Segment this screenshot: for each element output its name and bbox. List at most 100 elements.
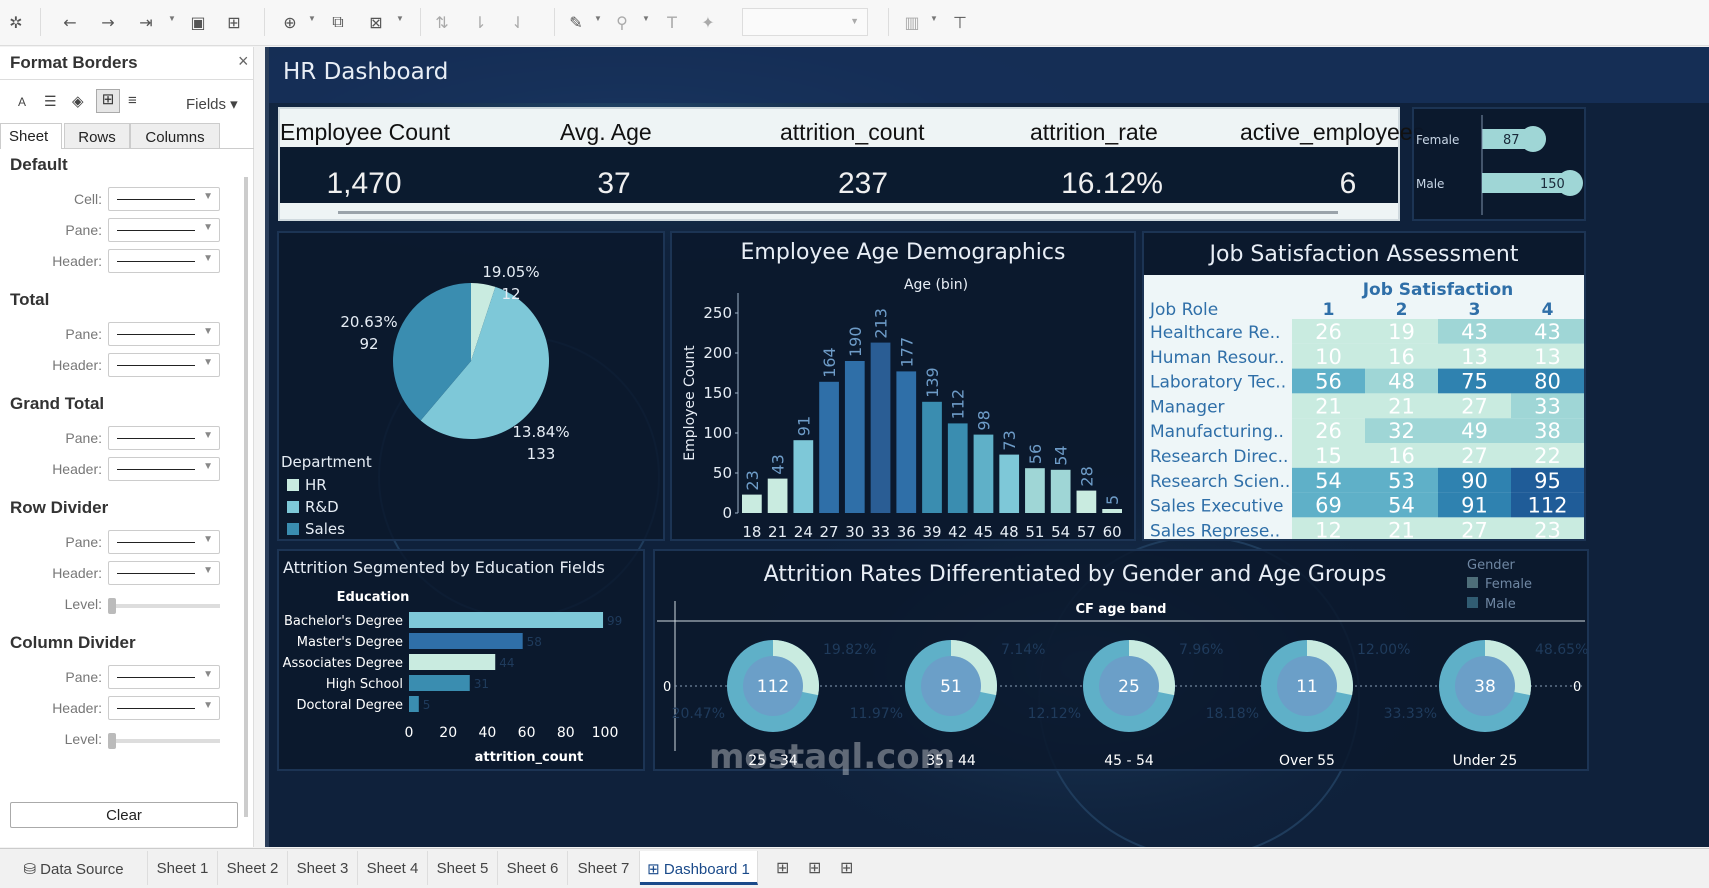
swap-icon[interactable]: ⇥	[134, 10, 158, 34]
age-bar	[999, 454, 1020, 513]
age-bar	[1076, 490, 1097, 513]
close-icon[interactable]: ×	[238, 51, 249, 72]
border-style-dropdown[interactable]: ▼	[108, 218, 220, 242]
donut-center-value: 11	[1296, 677, 1318, 697]
sheet-tab[interactable]: Sheet 6	[498, 851, 568, 885]
sort-desc-icon[interactable]: ⇃	[506, 10, 530, 34]
borders-icon[interactable]: ⊞	[96, 89, 120, 113]
label-icon[interactable]: T	[660, 10, 684, 34]
level-label: Level:	[64, 731, 102, 747]
education-bar-label: 31	[474, 677, 489, 691]
satisfaction-row-label: Manager	[1150, 397, 1225, 417]
x-tick-label: 21	[768, 523, 787, 539]
education-bar-label: 58	[527, 635, 542, 649]
age-bar	[1102, 509, 1122, 513]
shading-icon[interactable]: ◈	[72, 92, 84, 110]
fit-dropdown[interactable]: ▼	[742, 8, 868, 36]
sheet-tab[interactable]: Sheet 2	[218, 851, 288, 885]
gender-label: Male	[1416, 177, 1444, 191]
level-slider[interactable]	[108, 598, 220, 614]
age-chart-panel: Employee Age Demographics Age (bin) 0 50 100…	[670, 231, 1136, 541]
undo-icon[interactable]: ←	[58, 10, 82, 34]
font-icon[interactable]: A	[18, 95, 26, 109]
age-bar	[1025, 468, 1045, 513]
new-dashboard-icon[interactable]: ⊞	[808, 858, 821, 877]
satisfaction-cell-value: 15	[1315, 444, 1342, 468]
show-cards-icon[interactable]: ▥	[900, 10, 924, 34]
age-bar-label: 91	[794, 416, 813, 436]
tab-rows[interactable]: Rows	[64, 123, 130, 149]
kpi-value: 237	[837, 167, 889, 200]
border-style-dropdown[interactable]: ▼	[108, 457, 220, 481]
department-pie-panel: 19.05% 12 13.84% 133 20.63% 92 Department HR R&D…	[277, 231, 665, 541]
tab-dashboard-1[interactable]: ⊞ Dashboard 1	[640, 851, 758, 885]
border-style-dropdown[interactable]: ▼	[108, 322, 220, 346]
satisfaction-row-label: Healthcare Re..	[1150, 323, 1280, 343]
new-story-icon[interactable]: ⊞	[840, 858, 853, 877]
age-bar	[870, 342, 891, 513]
sheet-tab[interactable]: Sheet 3	[288, 851, 358, 885]
redo-icon[interactable]: →	[96, 10, 120, 34]
satisfaction-cell-value: 12	[1315, 518, 1342, 539]
age-bar	[1050, 469, 1071, 513]
gender-bar-cap	[1520, 126, 1547, 152]
age-chart-title: Employee Age Demographics	[741, 240, 1066, 265]
lines-icon[interactable]: ≡	[128, 92, 137, 109]
duplicate-icon[interactable]: ⧉	[326, 10, 350, 34]
new-sheet-icon[interactable]: ⊕	[278, 10, 302, 34]
sheet-tab[interactable]: Sheet 7	[568, 851, 640, 885]
level-slider[interactable]	[108, 733, 220, 749]
age-x-axis-title: Age (bin)	[904, 277, 968, 293]
swap-rows-icon[interactable]: ⇅	[430, 10, 454, 34]
clear-sheet-icon[interactable]: ⊠	[364, 10, 388, 34]
border-style-dropdown[interactable]: ▼	[108, 249, 220, 273]
border-style-dropdown[interactable]: ▼	[108, 353, 220, 377]
border-style-dropdown[interactable]: ▼	[108, 561, 220, 585]
new-datasource-icon[interactable]: ⊞	[222, 10, 246, 34]
highlight-icon[interactable]: ✎	[564, 10, 588, 34]
tableau-logo-icon[interactable]: ✲	[4, 10, 28, 34]
group-icon[interactable]: ⚲	[610, 10, 634, 34]
x-tick-label: 54	[1051, 523, 1070, 539]
donut-male-label: 20.47%	[672, 706, 725, 722]
y-tick-label: 50	[713, 464, 732, 482]
clear-button[interactable]: Clear	[10, 802, 238, 828]
satisfaction-cell-value: 43	[1534, 320, 1561, 344]
tab-columns[interactable]: Columns	[130, 123, 220, 149]
save-icon[interactable]: ▣	[186, 10, 210, 34]
satisfaction-row-header: Job Role	[1149, 300, 1218, 320]
border-style-dropdown[interactable]: ▼	[108, 665, 220, 689]
border-style-dropdown[interactable]: ▼	[108, 530, 220, 554]
sheet-tab[interactable]: Sheet 5	[428, 851, 498, 885]
fields-dropdown[interactable]: Fields ▾	[186, 95, 238, 113]
age-y-axis-title: Employee Count	[682, 345, 698, 461]
satisfaction-cell-value: 112	[1527, 494, 1567, 518]
new-worksheet-icon[interactable]: ⊞	[776, 858, 789, 877]
age-bar-label: 5	[1103, 495, 1122, 505]
border-style-dropdown[interactable]: ▼	[108, 187, 220, 211]
alignment-icon[interactable]: ☰	[44, 93, 57, 110]
donut-female-label: 7.14%	[1001, 642, 1045, 658]
y-tick-label: 100	[703, 424, 732, 442]
sheet-tab[interactable]: Sheet 1	[148, 851, 218, 885]
sheet-tab[interactable]: Sheet 4	[358, 851, 428, 885]
tab-sheet[interactable]: Sheet	[0, 123, 62, 149]
gender-panel: Female 87 Male 150	[1412, 107, 1586, 221]
education-x-tick: 20	[439, 725, 457, 741]
border-style-dropdown[interactable]: ▼	[108, 696, 220, 720]
panel-scrollbar[interactable]	[244, 177, 248, 817]
x-tick-label: 30	[845, 523, 864, 539]
satisfaction-cell-value: 23	[1534, 518, 1561, 539]
y-tick-label: 250	[703, 304, 732, 322]
education-x-tick: 100	[592, 725, 619, 741]
gender-age-x-title: CF age band	[1075, 602, 1166, 617]
satisfaction-cell-value: 48	[1388, 370, 1415, 394]
sheet-tab[interactable]: ⛁ Data Source	[0, 851, 148, 885]
border-style-dropdown[interactable]: ▼	[108, 426, 220, 450]
sort-asc-icon[interactable]: ⇂	[468, 10, 492, 34]
pin-icon[interactable]: ✦	[696, 10, 720, 34]
education-x-tick: 0	[405, 725, 414, 741]
presentation-icon[interactable]: ⊤	[948, 10, 972, 34]
satisfaction-cell-value: 10	[1315, 345, 1342, 369]
kpi-scrollbar[interactable]	[338, 211, 1338, 214]
